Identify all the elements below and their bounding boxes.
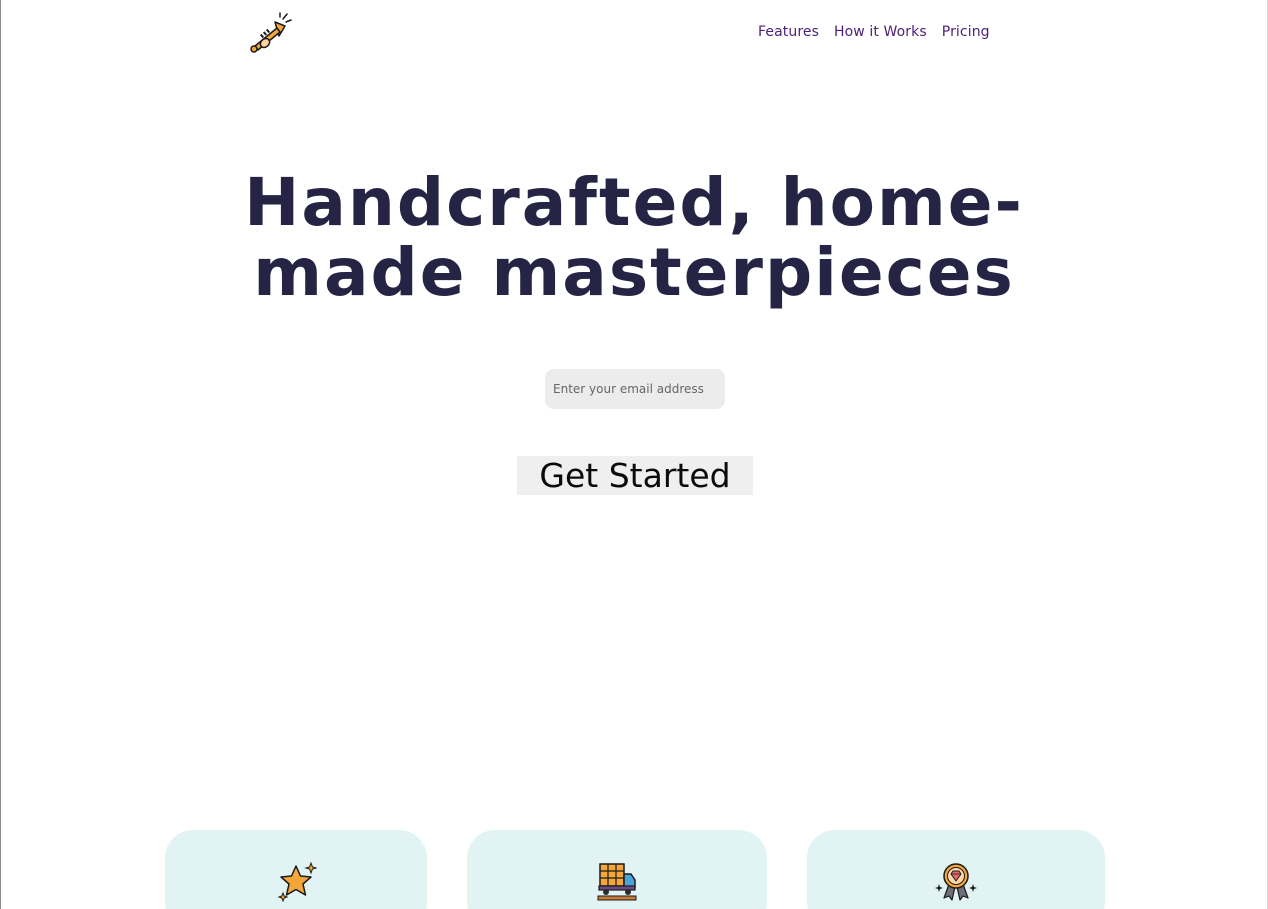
feature-card: [467, 830, 767, 909]
hero-section: Handcrafted, home-made masterpieces: [1, 168, 1267, 308]
trumpet-icon[interactable]: [249, 12, 293, 54]
site-header: Features How it Works Pricing: [1, 0, 1267, 66]
nav-link-features[interactable]: Features: [758, 24, 819, 40]
star-icon: [277, 861, 317, 902]
main-nav: Features How it Works Pricing: [758, 24, 990, 40]
feature-card: [165, 830, 427, 909]
feature-card: [807, 830, 1105, 909]
nav-link-pricing[interactable]: Pricing: [942, 24, 990, 40]
diamond-badge-icon: [935, 863, 977, 901]
hero-title: Handcrafted, home-made masterpieces: [244, 164, 1024, 311]
delivery-truck-icon: [597, 863, 637, 901]
get-started-button[interactable]: Get Started: [517, 456, 753, 495]
email-input[interactable]: [545, 369, 725, 409]
nav-link-how-it-works[interactable]: How it Works: [834, 24, 927, 40]
